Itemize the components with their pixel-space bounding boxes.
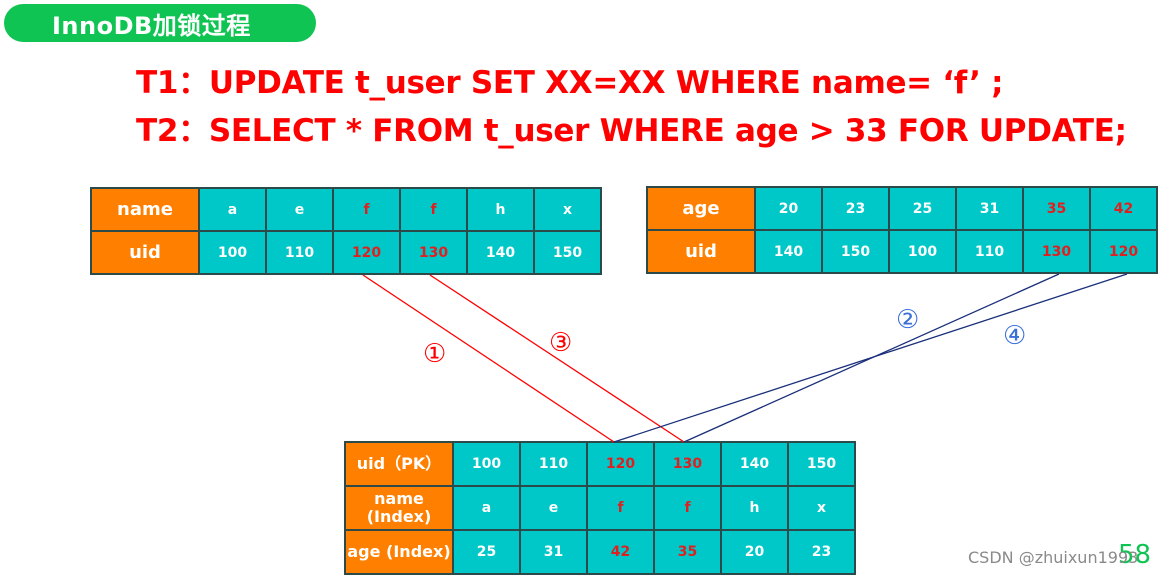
watermark: CSDN @zhuixun1993 [968,548,1139,567]
step-3-line [429,274,685,443]
step-4-line [613,273,1128,443]
step-3-label: ③ [549,328,572,358]
lock-path-lines: ① ③ ② ④ [362,273,1128,443]
step-1-label: ① [423,339,446,369]
step-4-label: ④ [1003,321,1026,351]
step-2-label: ② [896,305,919,335]
step-1-line [362,274,615,443]
